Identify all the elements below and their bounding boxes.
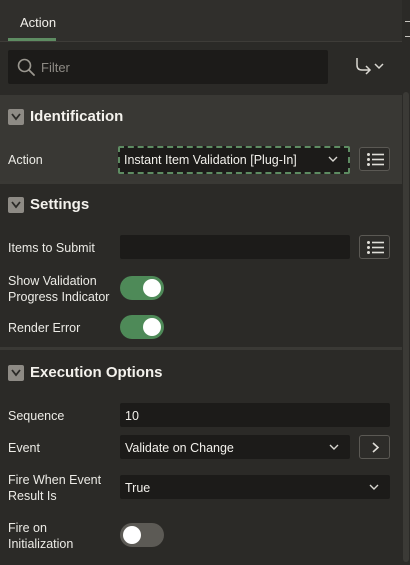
active-tab-indicator [8, 38, 56, 41]
fire-on-init-toggle[interactable] [120, 523, 164, 547]
show-progress-label: Show Validation Progress Indicator [8, 274, 110, 304]
chevron-right-icon [372, 442, 380, 453]
toolbar [0, 42, 402, 90]
sequence-label: Sequence [8, 409, 65, 423]
event-select[interactable]: Validate on Change [120, 435, 350, 459]
event-label: Event [8, 441, 40, 455]
chevron-down-icon [369, 484, 379, 490]
go-to-group-button[interactable] [352, 56, 388, 78]
tab-bar: Action [0, 0, 402, 42]
list-icon [367, 241, 384, 254]
tab-action-label: Action [20, 15, 57, 30]
chevron-down-icon [328, 156, 338, 162]
section-title: Settings [30, 196, 90, 213]
section-execution-options[interactable]: Execution Options [0, 351, 402, 395]
chevron-down-icon [8, 197, 24, 213]
fire-on-init-label: Fire on Initialization [8, 521, 74, 551]
filter-box [8, 50, 328, 84]
fire-when-select[interactable]: True [120, 475, 390, 499]
chevron-down-icon [329, 444, 339, 450]
section-settings[interactable]: Settings [0, 183, 402, 227]
render-error-toggle[interactable] [120, 315, 164, 339]
items-to-submit-label: Items to Submit [8, 241, 95, 255]
execution-body: Sequence 10 Event Validate on Change Fir… [0, 395, 402, 565]
chevron-down-icon [8, 365, 24, 381]
show-progress-toggle[interactable] [120, 276, 164, 300]
toggle-knob [143, 318, 161, 336]
filter-input[interactable] [41, 51, 321, 83]
action-label: Action [8, 153, 43, 167]
sequence-input[interactable]: 10 [120, 403, 390, 427]
fire-when-label: Fire When Event Result Is [8, 473, 102, 503]
go-to-arrow-icon [356, 58, 384, 75]
render-error-label: Render Error [8, 321, 81, 335]
search-icon [17, 58, 35, 76]
event-goto-button[interactable] [359, 435, 390, 459]
list-of-values-button[interactable] [359, 147, 390, 171]
settings-body: Items to Submit Show Validation Progress… [0, 227, 402, 347]
section-identification[interactable]: Identification [0, 95, 402, 139]
items-to-submit-input[interactable] [120, 235, 350, 259]
identification-body: Action Instant Item Validation [Plug-In] [0, 139, 402, 181]
action-select[interactable]: Instant Item Validation [Plug-In] [118, 146, 350, 174]
list-icon [367, 153, 384, 166]
chevron-down-icon [8, 109, 24, 125]
edge-marker [402, 0, 410, 41]
tab-action[interactable]: Action [8, 0, 56, 41]
items-picker-button[interactable] [359, 235, 390, 259]
section-title: Execution Options [30, 364, 163, 381]
scrollbar-thumb[interactable] [403, 92, 409, 562]
toggle-knob [143, 279, 161, 297]
toggle-knob [123, 526, 141, 544]
section-divider [0, 347, 402, 350]
section-title: Identification [30, 108, 124, 125]
